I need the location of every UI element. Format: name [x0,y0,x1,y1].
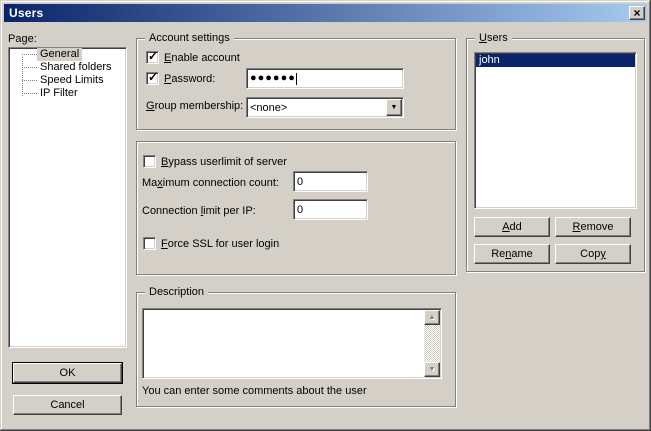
users-dialog: Users × Page: General Shared folders Spe… [0,0,651,431]
scroll-up-button[interactable]: ▲ [424,310,440,325]
account-settings-title: Account settings [145,32,234,44]
connection-limit-per-ip-value: 0 [297,204,303,216]
force-ssl-checkbox[interactable]: ✓ [143,237,156,250]
tree-item-general[interactable]: General [9,48,126,61]
tree-item-label[interactable]: General [37,48,82,61]
ok-button-label: OK [60,367,76,379]
tree-branch-line [22,80,37,81]
tree-item-speed-limits[interactable]: Speed Limits [9,74,126,87]
user-list-item[interactable]: john [476,54,635,67]
description-scrollbar[interactable]: ▲ ▼ [424,310,440,377]
check-icon: ✓ [148,71,158,84]
copy-button[interactable]: Copy [555,244,631,264]
add-button-label: Add [502,221,522,233]
connection-limit-per-ip-input[interactable]: 0 [293,199,368,220]
page-tree[interactable]: General Shared folders Speed Limits IP F… [8,47,127,348]
password-value: ●●●●●● [250,73,296,84]
password-input[interactable]: ●●●●●● [246,68,404,89]
text-caret [296,73,297,85]
tree-item-shared-folders[interactable]: Shared folders [9,61,126,74]
group-membership-value: <none> [250,102,287,114]
close-icon: × [633,8,640,18]
scroll-down-icon: ▼ [429,366,436,373]
max-connection-count-value: 0 [297,176,303,188]
rename-button-label: Rename [491,248,533,260]
add-button[interactable]: Add [474,217,550,237]
max-connection-count-input[interactable]: 0 [293,171,368,192]
password-checkbox[interactable]: ✓ [146,72,159,85]
description-hint: You can enter some comments about the us… [142,385,367,397]
tree-item-ip-filter[interactable]: IP Filter [9,87,126,100]
description-title: Description [145,286,208,298]
bypass-userlimit-checkbox[interactable]: ✓ [143,155,156,168]
rename-button[interactable]: Rename [474,244,550,264]
description-textarea[interactable]: ▲ ▼ [142,308,442,379]
group-membership-label: Group membership: [146,100,243,112]
enable-account-checkbox[interactable]: ✓ [146,51,159,64]
tree-branch-line [22,54,37,55]
enable-account-label[interactable]: Enable account [164,52,240,64]
page-list-label: Page: [8,33,37,45]
remove-button[interactable]: Remove [555,217,631,237]
cancel-button[interactable]: Cancel [13,395,122,415]
scroll-down-button[interactable]: ▼ [424,362,440,377]
users-group-title: Users [475,32,512,44]
chevron-down-icon: ▼ [391,104,398,111]
cancel-button-label: Cancel [50,399,84,411]
group-membership-select[interactable]: <none> ▼ [246,97,404,118]
connection-limit-per-ip-label: Connection limit per IP: [142,205,256,217]
force-ssl-label[interactable]: Force SSL for user login [161,238,279,250]
tree-branch-line [22,93,37,94]
check-icon: ✓ [148,50,158,63]
close-button[interactable]: × [629,6,645,20]
copy-button-label: Copy [580,248,606,260]
tree-branch-line [22,67,37,68]
bypass-userlimit-label[interactable]: Bypass userlimit of server [161,156,287,168]
password-label[interactable]: Password: [164,73,215,85]
tree-item-label[interactable]: IP Filter [37,87,81,100]
window-title: Users [9,6,43,20]
max-connection-count-label: Maximum connection count: [142,177,279,189]
dropdown-button[interactable]: ▼ [386,99,402,116]
scroll-up-icon: ▲ [429,314,436,321]
ok-button[interactable]: OK [13,363,122,383]
users-listbox[interactable]: john [474,52,637,209]
remove-button-label: Remove [573,221,614,233]
titlebar[interactable]: Users × [4,4,647,22]
tree-item-label[interactable]: Shared folders [37,61,115,74]
tree-item-label[interactable]: Speed Limits [37,74,107,87]
